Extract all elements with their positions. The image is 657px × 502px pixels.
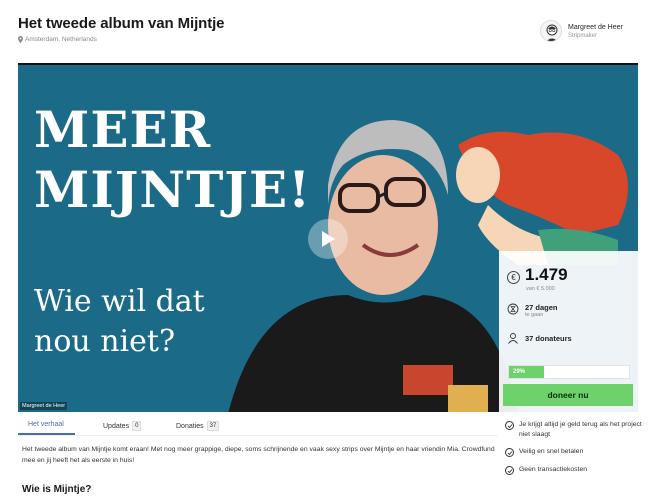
video-subline-line2: nou niet?: [34, 324, 176, 359]
story-text: Het tweede album van Mijntje komt eraan!…: [22, 446, 495, 464]
video-headline-line1: MEER: [34, 100, 212, 159]
location-text: Amsterdam, Netherlands: [25, 36, 97, 43]
video-headline-line2: MIJNTJE!: [34, 160, 312, 219]
days-remaining-label: te gaan: [525, 312, 544, 318]
tab-label: Updates: [103, 422, 130, 430]
benefit-item: Geen transactiekosten: [505, 465, 645, 475]
amount-raised: 1.479: [525, 265, 568, 284]
tab-donaties[interactable]: Donaties 37: [176, 421, 220, 431]
page-header: Het tweede album van Mijntje Amsterdam, …: [0, 0, 657, 60]
tab-label: Het verhaal: [28, 421, 64, 428]
tab-bar: Het verhaal Updates 0 Donaties 37: [18, 418, 498, 436]
tab-count: 0: [132, 421, 142, 431]
benefits-list: Je krijgt altijd je geld terug als het p…: [505, 420, 645, 483]
avatar[interactable]: [540, 20, 562, 42]
days-remaining: 27 dagen: [525, 303, 558, 312]
tab-label: Donaties: [176, 422, 204, 430]
author-profile[interactable]: Margreet de Heer Stripmaker: [540, 20, 623, 42]
benefit-item: Veilig en snel betalen: [505, 447, 645, 457]
tab-updates[interactable]: Updates 0: [103, 421, 142, 431]
funding-progress-bar: 29%: [508, 365, 630, 379]
location: Amsterdam, Netherlands: [18, 36, 97, 43]
video-caption: Margreet de Heer: [20, 402, 68, 410]
tab-het-verhaal[interactable]: Het verhaal: [28, 421, 64, 428]
euro-icon: €: [507, 271, 520, 284]
hourglass-icon: [507, 303, 519, 315]
funding-goal: van € 5.000: [526, 286, 555, 292]
active-tab-indicator: [18, 433, 75, 435]
location-pin-icon: [18, 36, 23, 43]
play-button[interactable]: [308, 219, 348, 259]
story-subheading: Wie is Mijntje?: [22, 484, 92, 495]
author-name[interactable]: Margreet de Heer: [568, 24, 623, 31]
checkmark-icon: [505, 466, 514, 475]
checkmark-icon: [505, 448, 514, 457]
checkmark-icon: [505, 421, 514, 430]
play-icon: [322, 231, 335, 247]
benefit-item: Je krijgt altijd je geld terug als het p…: [505, 420, 645, 439]
funding-panel: € 1.479 van € 5.000 27 dagen te gaan 37 …: [499, 251, 638, 412]
author-role: Stripmaker: [568, 32, 598, 39]
video-subline-line1: Wie wil dat: [34, 284, 205, 319]
tab-count: 37: [206, 421, 220, 431]
user-icon: [508, 333, 518, 344]
page-title: Het tweede album van Mijntje: [18, 15, 225, 32]
donor-count: 37 donateurs: [525, 333, 572, 343]
donate-button[interactable]: doneer nu: [503, 384, 633, 406]
progress-fill: 29%: [509, 366, 544, 378]
